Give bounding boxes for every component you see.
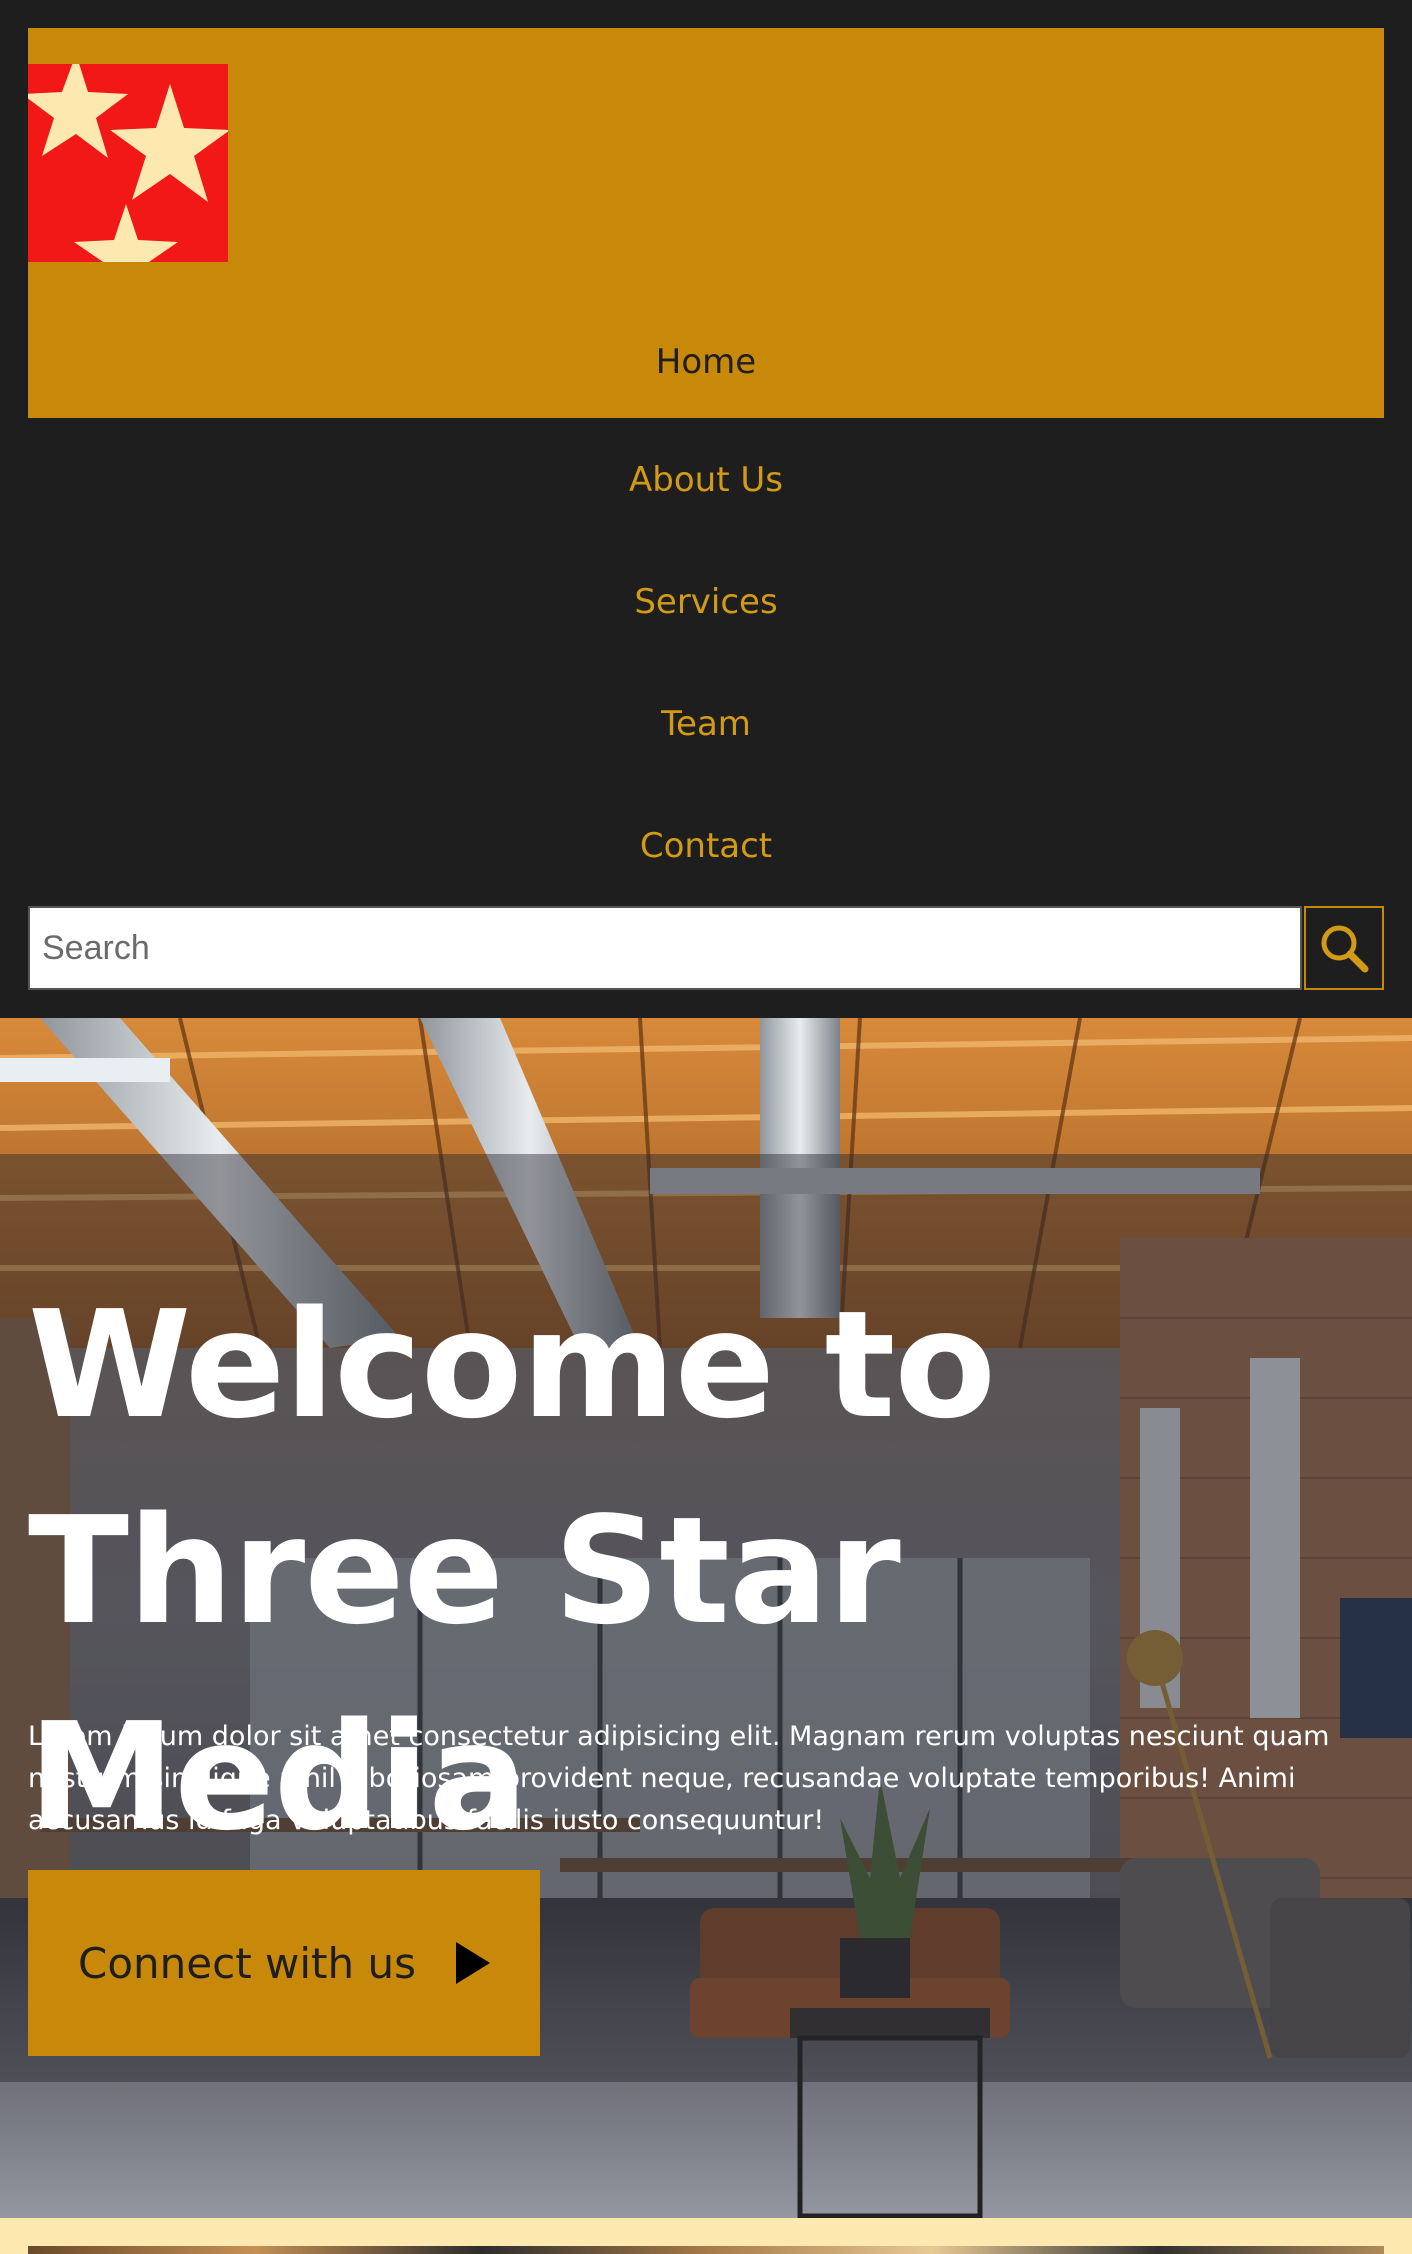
search-input[interactable] — [28, 906, 1302, 990]
nav-home[interactable]: Home — [28, 340, 1384, 384]
hero-description: Lorem ipsum dolor sit amet consectetur a… — [28, 1721, 1330, 1836]
site-header: Home — [28, 28, 1384, 418]
cta-label: Connect with us — [78, 1938, 416, 1988]
logo-stars-icon — [28, 64, 228, 262]
nav-contact[interactable]: Contact — [28, 824, 1384, 868]
search-icon — [1321, 925, 1369, 973]
search-button[interactable] — [1304, 906, 1384, 990]
nav-team[interactable]: Team — [28, 702, 1384, 746]
next-section-image-edge — [28, 2246, 1384, 2254]
three-star-logo[interactable] — [28, 64, 228, 262]
connect-with-us-button[interactable]: Connect with us — [28, 1870, 540, 2056]
nav-services[interactable]: Services — [28, 580, 1384, 624]
play-triangle-icon — [455, 1942, 490, 1984]
nav-about-us[interactable]: About Us — [28, 458, 1384, 502]
search-bar — [28, 906, 1384, 990]
